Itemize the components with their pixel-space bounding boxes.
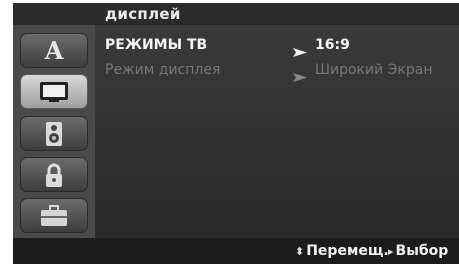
tv-screen-icon: [21, 75, 87, 108]
settings-panel: РЕЖИМЫ ТВ 16:9 Режим дисплея Широкий Экр…: [95, 25, 459, 238]
letter-a-icon: A: [44, 36, 64, 65]
padlock-icon: [21, 158, 87, 191]
menu-row-value: Широкий Экран: [315, 62, 433, 78]
pointer-arrow-icon: [293, 42, 307, 61]
sidebar-item-display[interactable]: [20, 74, 88, 109]
menu-row-value: 16:9: [315, 37, 350, 53]
dvd-setup-osd: дисплей A РЕЖИМЫ ТВ 16:9 Режим дисплея Ш…: [13, 3, 459, 264]
move-hint: ⬍ Перемещ.: [295, 243, 389, 259]
play-arrow-icon: ▸: [388, 245, 394, 258]
header-bar: дисплей: [13, 3, 459, 25]
pointer-arrow-icon: [293, 67, 307, 86]
menu-row-tv-mode[interactable]: РЕЖИМЫ ТВ 16:9: [105, 37, 455, 59]
updown-arrows-icon: ⬍: [295, 245, 305, 258]
sidebar-item-other[interactable]: [20, 198, 88, 233]
category-sidebar: A: [13, 25, 95, 238]
menu-row-display-mode[interactable]: Режим дисплея Широкий Экран: [105, 62, 455, 84]
speaker-icon: [21, 117, 87, 150]
menu-row-label: РЕЖИМЫ ТВ: [105, 37, 208, 53]
sidebar-item-language[interactable]: A: [20, 33, 88, 68]
sidebar-item-lock[interactable]: [20, 157, 88, 192]
select-hint-label: Выбор: [395, 243, 449, 259]
hint-bar: ⬍ Перемещ. ▸ Выбор: [13, 238, 459, 264]
menu-row-label: Режим дисплея: [105, 62, 221, 78]
toolbox-icon: [21, 199, 87, 232]
select-hint: ▸ Выбор: [388, 243, 448, 259]
sidebar-item-audio[interactable]: [20, 116, 88, 151]
move-hint-label: Перемещ.: [306, 243, 389, 259]
page-title: дисплей: [105, 5, 181, 23]
